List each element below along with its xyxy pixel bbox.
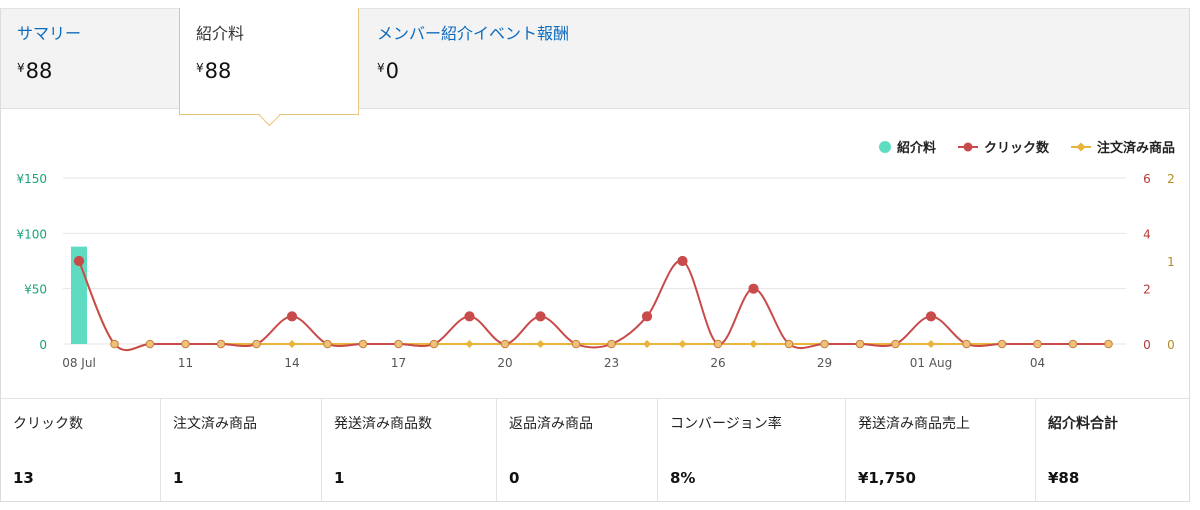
clicks-point: [641, 311, 653, 322]
y-right-clicks-tick-label: 0: [1143, 338, 1151, 352]
clicks-point: [286, 311, 298, 322]
x-tick-label: 08 Jul: [62, 356, 96, 370]
stats-row: クリック数 13 注文済み商品 1 発送済み商品数 1 返品済み商品 0 コンバ…: [1, 398, 1189, 502]
clicks-point: [891, 339, 900, 349]
stat-total-fee-value: ¥88: [1048, 469, 1080, 487]
ordered-point: [678, 340, 687, 348]
summary-tabs: サマリー ¥88 紹介料 ¥88 メンバー紹介イベント報酬 ¥0: [1, 8, 1189, 127]
tab-summary-label: サマリー: [17, 24, 82, 43]
chart-canvas: ¥150¥100¥500642021008 Jul 11 14 17 20 23 26 29 0…: [16, 172, 1175, 370]
y-right-clicks-tick-label: 6: [1143, 172, 1151, 186]
x-tick-label: 14: [284, 356, 299, 370]
stat-conversion: コンバージョン率 8%: [658, 399, 846, 502]
tab-member-referral-value: ¥0: [377, 59, 400, 83]
stat-shipped-label: 発送済み商品数: [334, 416, 432, 432]
stat-clicks-label: クリック数: [13, 416, 83, 432]
stat-returned-value: 0: [509, 469, 520, 487]
ordered-series-line: [78, 260, 1109, 352]
clicks-point: [607, 339, 616, 349]
tab-referral-fee-value: ¥88: [196, 59, 232, 83]
tab-member-referral-reward[interactable]: メンバー紹介イベント報酬 ¥0: [361, 9, 661, 109]
clicks-point: [429, 339, 439, 349]
x-tick-label: 01 Aug: [910, 356, 953, 370]
clicks-point: [323, 339, 332, 349]
y-right-ordered-tick-label: 0: [1167, 338, 1175, 352]
x-tick-label: 17: [391, 356, 406, 370]
clicks-point: [855, 339, 865, 349]
stat-clicks-value: 13: [13, 469, 34, 487]
clicks-point: [252, 339, 261, 349]
clicks-series-line: [78, 259, 1109, 352]
y-right-clicks-tick-label: 4: [1143, 227, 1151, 241]
stat-shipped-sales: 発送済み商品売上 ¥1,750: [846, 399, 1036, 502]
clicks-point: [925, 311, 937, 322]
clicks-point: [748, 283, 759, 294]
stat-shipped-sales-value: ¥1,750: [858, 469, 916, 487]
clicks-point: [464, 311, 475, 322]
stat-conversion-value: 8%: [670, 469, 696, 487]
clicks-point: [997, 339, 1007, 349]
ordered-point: [465, 340, 474, 348]
clicks-point: [110, 339, 119, 349]
stat-shipped-value: 1: [334, 469, 345, 487]
clicks-point: [216, 339, 226, 349]
stat-shipped-sales-label: 発送済み商品売上: [858, 416, 970, 432]
tab-referral-fee-label: 紹介料: [196, 24, 245, 43]
x-tick-label: 23: [604, 356, 619, 370]
y-right-ordered-tick-label: 2: [1167, 172, 1175, 186]
y-left-tick-label: 0: [39, 338, 47, 352]
stat-ordered-value: 1: [173, 469, 184, 487]
x-tick-label: 20: [497, 356, 512, 370]
clicks-point: [784, 339, 794, 349]
ordered-point: [643, 340, 651, 348]
tab-referral-fee[interactable]: 紹介料 ¥88: [179, 8, 359, 127]
stat-conversion-label: コンバージョン率: [670, 416, 782, 432]
clicks-point: [394, 339, 403, 349]
stat-returned: 返品済み商品 0: [497, 399, 658, 502]
y-right-clicks-tick-label: 2: [1143, 283, 1151, 297]
stat-shipped: 発送済み商品数 1: [322, 399, 497, 502]
clicks-point: [1033, 339, 1042, 349]
clicks-point: [962, 339, 971, 349]
x-tick-label: 04: [1030, 356, 1045, 370]
x-tick-label: 11: [178, 356, 193, 370]
clicks-point: [181, 339, 190, 349]
x-tick-label: 26: [710, 356, 725, 370]
ordered-point: [536, 340, 545, 348]
stat-returned-label: 返品済み商品: [509, 416, 593, 432]
y-left-tick-label: ¥50: [24, 283, 47, 297]
clicks-point: [1104, 339, 1113, 349]
y-right-ordered-tick-label: 1: [1167, 255, 1175, 269]
clicks-point: [713, 339, 723, 349]
report-panel: サマリー ¥88 紹介料 ¥88 メンバー紹介イベント報酬 ¥0 紹介料 クリッ: [0, 8, 1190, 502]
stat-clicks: クリック数 13: [1, 399, 161, 502]
clicks-point: [820, 339, 829, 349]
clicks-point: [358, 339, 368, 349]
y-left-tick-label: ¥100: [16, 227, 47, 241]
tab-summary[interactable]: サマリー ¥88: [1, 9, 179, 109]
ordered-point: [927, 340, 935, 348]
clicks-point: [1068, 339, 1078, 349]
stat-ordered: 注文済み商品 1: [161, 399, 322, 502]
y-left-tick-label: ¥150: [16, 172, 47, 186]
tab-member-referral-label: メンバー紹介イベント報酬: [377, 24, 570, 43]
stat-total-fee-label: 紹介料合計: [1048, 416, 1118, 432]
ordered-point: [749, 340, 758, 348]
earnings-chart: 紹介料 クリック数 注文済み商品 ¥150 ¥100 ¥50 0 6 4 2 0 2 1 0 08 J…: [1, 109, 1189, 397]
clicks-point: [535, 311, 546, 322]
stat-total-fee: 紹介料合計 ¥88: [1036, 399, 1189, 502]
ordered-point: [288, 340, 296, 348]
clicks-point: [73, 255, 85, 267]
stat-ordered-label: 注文済み商品: [173, 416, 257, 432]
clicks-point: [500, 339, 510, 349]
x-tick-label: 29: [817, 356, 832, 370]
clicks-point: [571, 339, 581, 349]
clicks-point: [677, 255, 688, 267]
clicks-point: [145, 339, 155, 349]
tab-summary-value: ¥88: [17, 59, 53, 83]
